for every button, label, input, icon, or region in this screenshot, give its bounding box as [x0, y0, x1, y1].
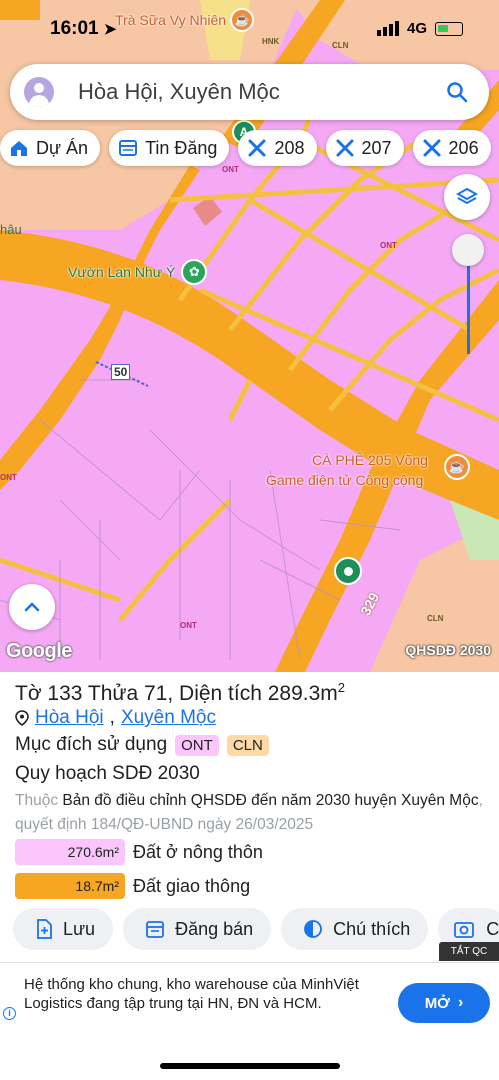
poi-cafe-205-line1: CÀ PHÊ 205 Võng — [312, 452, 428, 468]
action-buttons: Lưu Đăng bán Chú thích C — [0, 908, 499, 950]
network-type: 4G — [406, 20, 427, 37]
flower-icon: ✿ — [181, 259, 208, 285]
save-button-label: Lưu — [63, 918, 96, 939]
chip-207-label: 207 — [361, 137, 392, 158]
search-button[interactable] — [437, 72, 477, 112]
selected-pin-icon[interactable] — [334, 557, 362, 585]
poi-garden-label: Vườn Lan Như Ý — [68, 264, 176, 280]
save-icon — [37, 919, 52, 939]
zone-label-cln-bottom: CLN — [427, 614, 444, 623]
filter-chips: Dự Án Tin Đăng 208 207 206 — [0, 130, 499, 166]
coffee-cup-icon: ☕ — [444, 454, 470, 480]
legend-button-label: Chú thích — [333, 918, 411, 939]
land-purpose-row: Mục đích sử dụng ONT CLN — [15, 734, 269, 756]
commune-link[interactable]: Hòa Hội — [35, 707, 104, 729]
house-icon — [8, 137, 30, 159]
location-separator: , — [109, 707, 115, 728]
parcel-title-text: Tờ 133 Thửa 71, Diện tích 289.3m — [15, 682, 338, 705]
parcel-location: Hòa Hội, Xuyên Mộc — [15, 707, 216, 729]
layers-button[interactable] — [444, 174, 490, 220]
ad-banner[interactable]: i Hệ thống kho chung, kho warehouse của … — [0, 962, 499, 1042]
chip-208[interactable]: 208 — [238, 130, 317, 166]
status-bar: 16:01 ➤ 4G — [0, 12, 499, 48]
camera-icon — [454, 922, 475, 938]
avatar[interactable] — [24, 77, 54, 107]
chip-tin-dang[interactable]: Tin Đăng — [109, 130, 230, 166]
place-label-hau: hâu — [0, 222, 22, 237]
listing-icon — [117, 137, 139, 159]
zone-label-ont-4: ONT — [0, 473, 17, 482]
land-purpose-label: Mục đích sử dụng — [15, 734, 168, 755]
parcel-title: Tờ 133 Thửa 71, Diện tích 289.3m2 — [15, 680, 345, 706]
signal-icon — [376, 21, 399, 36]
purpose-badge-cln: CLN — [226, 734, 269, 756]
district-link[interactable]: Xuyên Mộc — [121, 707, 216, 729]
chip-206-label: 206 — [448, 137, 479, 158]
location-arrow-icon: ➤ — [103, 21, 117, 38]
chip-du-an-label: Dự Án — [36, 137, 89, 158]
battery-icon — [435, 21, 463, 36]
home-indicator — [160, 1063, 340, 1069]
ad-open-button[interactable]: MỞ › — [398, 983, 490, 1023]
poi-cafe-205-line2: Game điện tử Công cộng — [266, 472, 424, 488]
zone-label-ont-3: ONT — [180, 621, 197, 630]
purpose-badge-ont: ONT — [175, 734, 219, 756]
tools-icon — [246, 137, 268, 159]
plan-desc-prefix: Thuộc — [15, 792, 59, 809]
status-time-text: 16:01 — [50, 18, 99, 39]
chevron-up-icon — [24, 602, 40, 612]
status-right: 4G — [376, 20, 463, 37]
zone-label-ont-1: ONT — [222, 165, 239, 174]
tools-icon — [334, 137, 356, 159]
area-bar-ont: 270.6m² — [15, 839, 125, 865]
location-pin-icon — [15, 710, 29, 726]
chip-207[interactable]: 207 — [325, 130, 404, 166]
search-icon — [447, 82, 468, 103]
area-label-ont: Đất ở nông thôn — [133, 841, 263, 862]
plan-heading: Quy hoạch SDĐ 2030 — [15, 763, 200, 784]
expand-up-button[interactable] — [9, 584, 55, 630]
legend-button[interactable]: Chú thích — [281, 908, 429, 950]
chip-du-an[interactable]: Dự Án — [0, 130, 101, 166]
camera-button-label: C — [486, 918, 499, 939]
post-sale-button[interactable]: Đăng bán — [123, 908, 272, 950]
tools-icon — [421, 137, 443, 159]
status-time: 16:01 ➤ — [50, 18, 116, 40]
area-label-dgt: Đất giao thông — [133, 875, 251, 896]
plan-desc-main: Bản đồ điều chỉnh QHSDĐ đến năm 2030 huy… — [62, 792, 479, 809]
google-logo: Google — [6, 640, 72, 662]
chip-206[interactable]: 206 — [412, 130, 491, 166]
calendar-icon — [146, 921, 164, 938]
app-root: Trà Sữa Vy Nhiên ☕ HNK CLN ONT ONT ONT O… — [0, 0, 499, 1080]
zone-label-ont-2: ONT — [380, 241, 397, 250]
close-ad-button[interactable]: TẮT QC — [439, 942, 499, 961]
parcel-title-sup: 2 — [337, 680, 346, 695]
map-view[interactable]: Trà Sữa Vy Nhiên ☕ HNK CLN ONT ONT ONT O… — [0, 0, 499, 672]
post-sale-button-label: Đăng bán — [175, 918, 254, 939]
road-shield-50: 50 — [111, 364, 131, 380]
opacity-slider-knob[interactable] — [452, 234, 484, 266]
ad-text: Hệ thống kho chung, kho warehouse của Mi… — [24, 976, 359, 1012]
layers-icon — [456, 187, 478, 205]
area-bar-dgt: 18.7m² — [15, 873, 125, 899]
poi-garden[interactable]: Vườn Lan Như Ý ✿ — [68, 259, 208, 285]
chip-tin-dang-label: Tin Đăng — [145, 137, 218, 158]
chip-208-label: 208 — [274, 137, 305, 158]
area-row-dgt: 18.7m² Đất giao thông — [15, 873, 250, 899]
search-input[interactable]: Hòa Hội, Xuyên Mộc — [78, 79, 437, 105]
ad-info-icon[interactable]: i — [3, 1007, 16, 1020]
area-row-ont: 270.6m² Đất ở nông thôn — [15, 839, 263, 865]
chevron-right-icon: › — [457, 994, 464, 1011]
save-button[interactable]: Lưu — [13, 908, 114, 950]
legend-icon — [304, 920, 323, 938]
search-bar[interactable]: Hòa Hội, Xuyên Mộc — [10, 64, 489, 120]
ad-open-label: MỞ — [424, 994, 450, 1012]
map-layer-name: QHSDĐ 2030 — [405, 642, 491, 658]
plan-description: Thuộc Bản đồ điều chỉnh QHSDĐ đến năm 20… — [15, 789, 485, 837]
